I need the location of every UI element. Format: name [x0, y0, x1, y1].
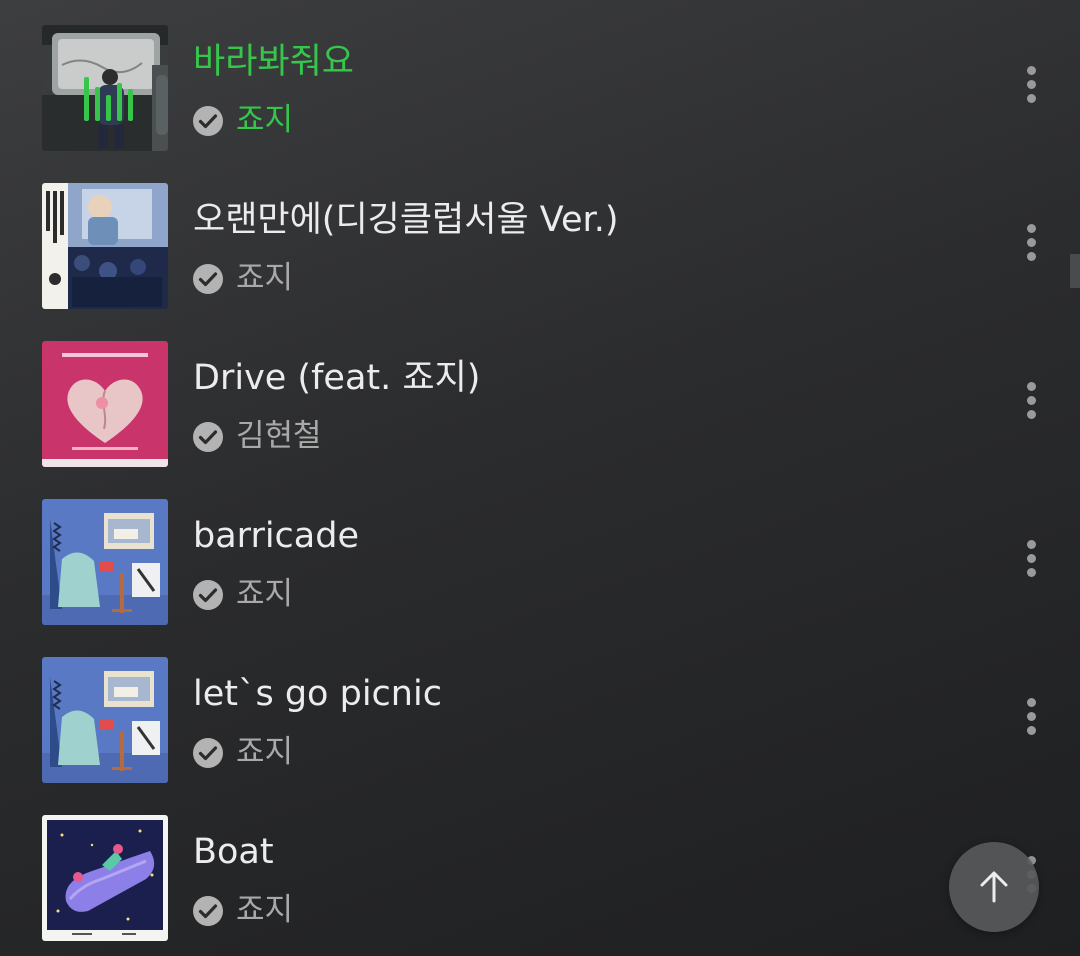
album-cover-heart — [42, 341, 168, 467]
more-vertical-dot — [1027, 80, 1036, 89]
more-vertical-icon — [1027, 66, 1036, 75]
check-circle-icon — [192, 895, 224, 927]
check-circle-icon — [192, 579, 224, 611]
track-row[interactable]: let`s go picnic 죠지 — [0, 632, 1080, 790]
album-cover-subway — [42, 25, 168, 151]
artist-name[interactable]: 죠지 — [236, 889, 293, 931]
track-list: 바라봐줘요 죠지 오랜만에(디깅클럽서울 Ver.) 죠지 Drive (fea… — [0, 0, 1080, 956]
more-options-button[interactable] — [1016, 539, 1048, 579]
artist-name[interactable]: 김현철 — [236, 415, 322, 457]
more-options-button[interactable] — [1016, 65, 1048, 105]
more-vertical-icon — [1027, 224, 1036, 233]
more-vertical-icon — [1027, 382, 1036, 391]
album-cover-blue-room — [42, 499, 168, 625]
track-row[interactable]: barricade 죠지 — [0, 474, 1080, 632]
artist-name[interactable]: 죠지 — [236, 257, 293, 299]
more-vertical-icon — [1027, 698, 1036, 707]
more-vertical-dot — [1027, 252, 1036, 261]
track-title: 바라봐줘요 — [193, 42, 355, 82]
arrow-up-icon — [980, 871, 1008, 903]
check-circle-icon — [192, 105, 224, 137]
track-title: let`s go picnic — [193, 674, 442, 714]
track-row[interactable]: 바라봐줘요 죠지 — [0, 0, 1080, 158]
album-art[interactable] — [42, 815, 168, 941]
artist-name[interactable]: 죠지 — [236, 99, 293, 141]
more-vertical-dot — [1027, 238, 1036, 247]
more-vertical-dot — [1027, 712, 1036, 721]
more-options-button[interactable] — [1016, 381, 1048, 421]
album-cover-boat — [42, 815, 168, 941]
more-vertical-icon — [1027, 540, 1036, 549]
check-circle-icon — [192, 737, 224, 769]
track-row[interactable]: 오랜만에(디깅클럽서울 Ver.) 죠지 — [0, 158, 1080, 316]
more-options-button[interactable] — [1016, 697, 1048, 737]
more-vertical-dot — [1027, 94, 1036, 103]
track-row[interactable]: Drive (feat. 죠지) 김현철 — [0, 316, 1080, 474]
track-title: Drive (feat. 죠지) — [193, 358, 481, 398]
check-circle-icon — [192, 263, 224, 295]
more-vertical-dot — [1027, 554, 1036, 563]
more-vertical-dot — [1027, 726, 1036, 735]
album-art[interactable] — [42, 657, 168, 783]
scroll-to-top-button[interactable] — [949, 842, 1039, 932]
album-cover-blue-room — [42, 657, 168, 783]
album-art[interactable] — [42, 341, 168, 467]
album-cover-digging-club — [42, 183, 168, 309]
album-art[interactable] — [42, 25, 168, 151]
artist-name[interactable]: 죠지 — [236, 573, 293, 615]
track-title: 오랜만에(디깅클럽서울 Ver.) — [193, 200, 619, 240]
more-options-button[interactable] — [1016, 223, 1048, 263]
scrollbar-thumb[interactable] — [1070, 254, 1080, 288]
track-title: Boat — [193, 832, 274, 872]
artist-name[interactable]: 죠지 — [236, 731, 293, 773]
track-row[interactable]: Boat 죠지 — [0, 790, 1080, 948]
more-vertical-dot — [1027, 396, 1036, 405]
album-art[interactable] — [42, 183, 168, 309]
track-title: barricade — [193, 516, 359, 556]
check-circle-icon — [192, 421, 224, 453]
more-vertical-dot — [1027, 568, 1036, 577]
more-vertical-dot — [1027, 410, 1036, 419]
album-art[interactable] — [42, 499, 168, 625]
